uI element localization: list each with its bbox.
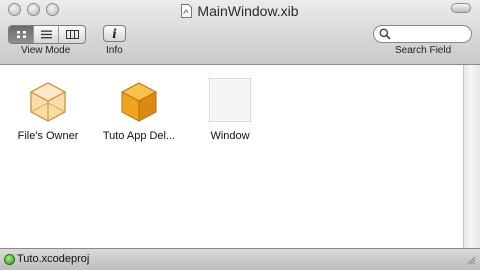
object-window[interactable]: Window [182,73,278,142]
object-app-delegate[interactable]: Tuto App Del... [91,73,187,142]
toolbar-toggle-button[interactable] [451,3,471,13]
icon-view-icon [16,31,26,38]
toolbar: MainWindow.xib View Mode i Info Search F… [0,0,480,65]
info-button[interactable]: i [103,25,126,42]
view-mode-label: View Mode [21,45,71,56]
icon-view-button[interactable] [9,26,34,43]
object-files-owner[interactable]: File's Owner [0,73,96,142]
window-icon [209,78,251,122]
search-field-label: Search Field [395,45,452,56]
xib-document-icon [181,4,193,18]
status-bar: Tuto.xcodeproj [0,248,480,270]
project-status-icon [4,254,15,265]
info-icon: i [112,26,117,41]
window-title: MainWindow.xib [0,3,480,19]
search-field[interactable] [373,25,472,43]
project-name[interactable]: Tuto.xcodeproj [17,253,89,265]
object-label: File's Owner [17,130,79,142]
column-view-button[interactable] [59,26,85,43]
object-icon-grid: File's Owner Tuto App Del... Window [0,65,463,248]
column-view-icon [65,30,79,39]
object-label: Tuto App Del... [102,130,176,142]
view-mode-control [8,25,86,44]
info-label: Info [106,45,123,56]
list-view-button[interactable] [34,26,59,43]
resize-grip-icon[interactable] [466,255,476,265]
object-label: Window [210,130,250,142]
search-icon [379,28,391,40]
window-title-text: MainWindow.xib [197,3,299,19]
list-view-icon [40,30,52,39]
xib-document-window: MainWindow.xib View Mode i Info Search F… [0,0,480,270]
app-delegate-cube-icon [120,82,158,122]
vertical-scrollbar[interactable] [463,65,480,248]
files-owner-cube-icon [29,82,67,122]
